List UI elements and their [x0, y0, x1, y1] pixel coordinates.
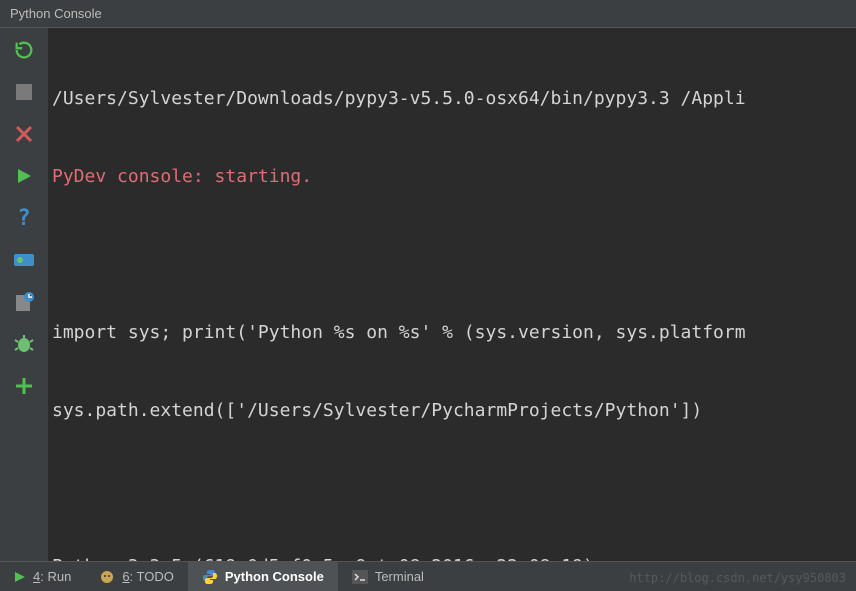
blank-line — [52, 242, 852, 268]
console-line: sys.path.extend(['/Users/Sylvester/Pycha… — [52, 398, 852, 424]
console-line: /Users/Sylvester/Downloads/pypy3-v5.5.0-… — [52, 86, 852, 112]
tab-run[interactable]: 4: Run — [0, 562, 85, 591]
panel-title: Python Console — [10, 6, 102, 21]
console-toolbar: ? — [0, 28, 48, 561]
rerun-icon[interactable] — [12, 38, 36, 62]
console-line: import sys; print('Python %s on %s' % (s… — [52, 320, 852, 346]
console-line: PyDev console: starting. — [52, 164, 852, 190]
panel-header: Python Console — [0, 0, 856, 28]
tab-label: Python Console — [225, 569, 324, 584]
tab-terminal[interactable]: Terminal — [338, 562, 438, 591]
help-icon[interactable]: ? — [12, 206, 36, 230]
blank-line — [52, 476, 852, 502]
history-icon[interactable] — [12, 290, 36, 314]
main-area: ? /Users/Sylvester/Downloads/pypy3-v5.5.… — [0, 28, 856, 561]
terminal-icon — [352, 570, 368, 584]
show-vars-icon[interactable] — [12, 248, 36, 272]
run-icon[interactable] — [12, 164, 36, 188]
debug-icon[interactable] — [12, 332, 36, 356]
close-icon[interactable] — [12, 122, 36, 146]
tab-python-console[interactable]: Python Console — [188, 562, 338, 591]
add-icon[interactable] — [12, 374, 36, 398]
console-output[interactable]: /Users/Sylvester/Downloads/pypy3-v5.5.0-… — [48, 28, 856, 561]
watermark: http://blog.csdn.net/ysy950803 — [629, 571, 846, 585]
stop-icon[interactable] — [12, 80, 36, 104]
tab-label: Terminal — [375, 569, 424, 584]
tab-todo[interactable]: 6: TODO — [85, 562, 188, 591]
run-icon — [14, 571, 26, 583]
console-line: Python 3.3.5 (619c0d5af0e5, Oct 08 2016,… — [52, 554, 852, 561]
todo-icon — [99, 569, 115, 585]
python-icon — [202, 569, 218, 585]
